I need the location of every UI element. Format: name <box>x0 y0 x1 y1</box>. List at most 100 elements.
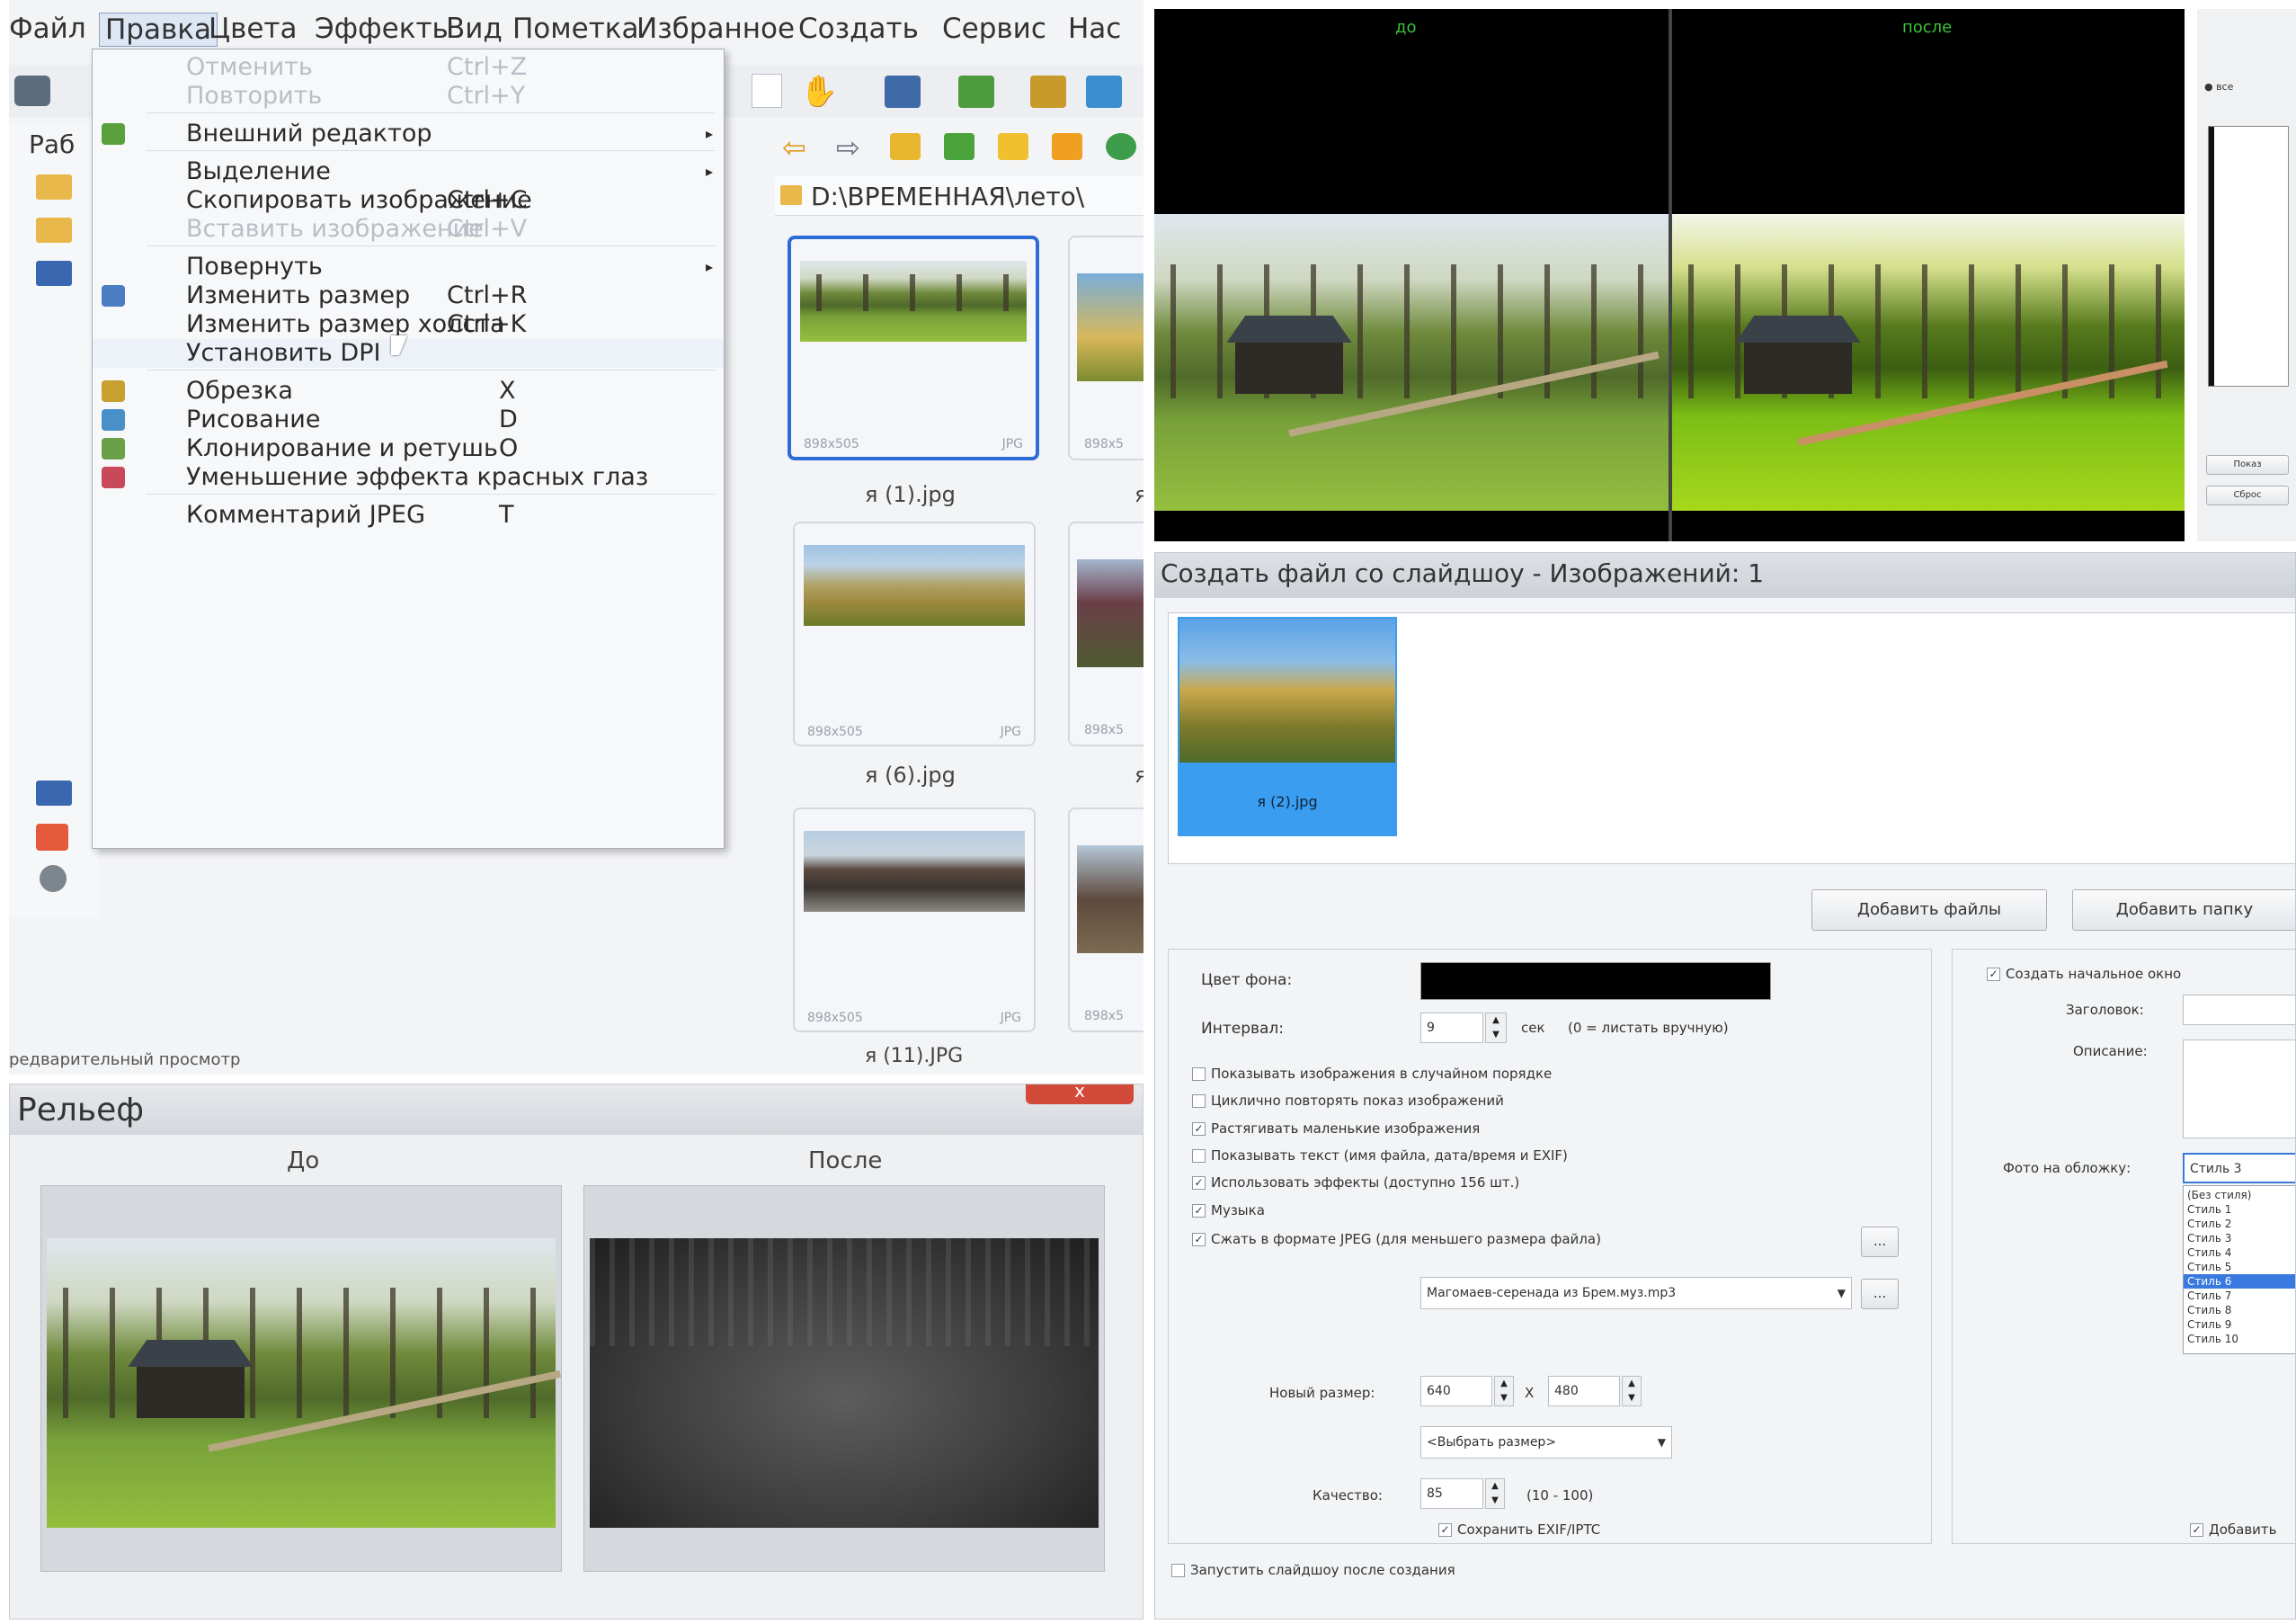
thumbnail-card[interactable]: 898x505 JPG <box>793 808 1036 1032</box>
folder-green-icon[interactable] <box>944 133 974 160</box>
camera-icon[interactable] <box>14 76 50 106</box>
quality-input[interactable]: 85 <box>1420 1478 1483 1509</box>
height-spinner[interactable]: ▲ ▼ <box>1622 1376 1642 1406</box>
thumbnail-filename[interactable]: я <box>1135 763 1144 788</box>
thumbnail-card-selected[interactable]: 898x505 JPG <box>788 236 1039 460</box>
description-input[interactable] <box>2183 1040 2295 1138</box>
music-select[interactable]: Магомаев-серенада из Брем.муз.mp3 ▼ <box>1420 1277 1852 1309</box>
menubar-item[interactable]: Правка <box>99 13 218 47</box>
style-option[interactable]: Стиль 7 <box>2184 1289 2295 1303</box>
width-spinner[interactable]: ▲ ▼ <box>1494 1376 1514 1406</box>
network-icon[interactable] <box>36 261 72 286</box>
show-button[interactable]: Показ <box>2206 455 2289 475</box>
header-input[interactable] <box>2183 995 2295 1025</box>
interval-input[interactable]: 9 <box>1420 1013 1483 1043</box>
menu-item[interactable]: Вставить изображение Ctrl+V <box>93 215 724 244</box>
menu-item[interactable]: Обрезка X <box>93 377 724 406</box>
add-checkbox[interactable]: ✓ Добавить <box>2190 1521 2277 1538</box>
folder-icon[interactable] <box>36 174 72 200</box>
run-after-checkbox[interactable]: Запустить слайдшоу после создания <box>1171 1562 1455 1578</box>
menubar-item[interactable]: Эффекты <box>315 13 454 45</box>
thumbnail-filename[interactable]: я (6).jpg <box>865 763 956 788</box>
thumbnail-card[interactable]: 898x5 <box>1068 236 1144 460</box>
menu-item[interactable]: Рисование D <box>93 406 724 434</box>
option-checkbox[interactable]: Показывать текст (имя файла, дата/время … <box>1192 1147 1568 1164</box>
path-bar[interactable]: D:\ВРЕМЕННАЯ\лето\ <box>775 176 1144 216</box>
menu-item[interactable]: Изменить размер холста Ctrl+K <box>93 310 724 339</box>
refresh-icon[interactable] <box>1106 133 1136 160</box>
quality-spinner[interactable]: ▲ ▼ <box>1485 1478 1505 1509</box>
effects-browse-button[interactable]: ... <box>1861 1227 1899 1257</box>
cover-style-select[interactable]: Стиль 3 <box>2183 1153 2295 1183</box>
folder-up-icon[interactable] <box>890 133 921 160</box>
style-option[interactable]: Стиль 8 <box>2184 1303 2295 1317</box>
hand-tool-icon[interactable]: ✋ <box>800 74 838 110</box>
thumbnail-card[interactable]: 898x5 <box>1068 522 1144 746</box>
style-option[interactable]: Стиль 9 <box>2184 1317 2295 1332</box>
menu-item[interactable]: Скопировать изображение Ctrl+C <box>93 186 724 215</box>
list-item-selected[interactable]: я (2).jpg <box>1178 617 1397 836</box>
cover-style-list[interactable]: (Без стиля) Стиль 1 Стиль 2 Стиль 3 Стиль 4С… <box>2183 1185 2295 1354</box>
keep-exif-checkbox[interactable]: ✓ Сохранить EXIF/IPTC <box>1438 1521 1600 1538</box>
thumbnail-card[interactable]: 898x5 <box>1068 808 1144 1032</box>
menu-item[interactable]: Отменить Ctrl+Z <box>93 53 724 82</box>
curve-graph[interactable] <box>2208 126 2289 387</box>
style-option[interactable]: Стиль 1 <box>2184 1202 2295 1217</box>
style-option[interactable]: Стиль 6 <box>2184 1274 2295 1289</box>
style-option[interactable]: Стиль 10 <box>2184 1332 2295 1346</box>
thumbnail-filename[interactable]: я (1).jpg <box>865 482 956 507</box>
menubar-item[interactable]: Файл <box>9 13 86 45</box>
menubar-item[interactable]: Создать <box>798 13 919 45</box>
folder-yellow-icon[interactable] <box>998 133 1028 160</box>
bg-color-swatch[interactable] <box>1420 962 1771 1000</box>
style-option[interactable]: (Без стиля) <box>2184 1188 2295 1202</box>
fit-icon[interactable] <box>885 76 921 108</box>
create-start-checkbox[interactable]: ✓ Создать начальное окно <box>1987 966 2181 982</box>
menu-item[interactable]: Изменить размер Ctrl+R <box>93 281 724 310</box>
option-checkbox[interactable]: ✓ Музыка <box>1192 1202 1265 1218</box>
style-option[interactable]: Стиль 3 <box>2184 1231 2295 1245</box>
dropdown-box[interactable] <box>752 74 782 108</box>
interval-spinner[interactable]: ▲ ▼ <box>1485 1013 1507 1043</box>
menubar-item[interactable]: Избранное <box>636 13 795 45</box>
option-checkbox[interactable]: ✓ Сжать в формате JPEG (для меньшего разм… <box>1192 1231 1601 1247</box>
forward-arrow-icon[interactable]: ⇨ <box>836 131 860 164</box>
menu-item[interactable]: Повернуть ▸ <box>93 253 724 281</box>
height-input[interactable]: 480 <box>1548 1376 1620 1406</box>
close-button[interactable]: x <box>1026 1084 1134 1104</box>
size-select[interactable]: <Выбрать размер> ▼ <box>1420 1426 1672 1459</box>
adjust-tool-icon[interactable] <box>1086 76 1122 108</box>
disc-icon[interactable] <box>40 865 67 892</box>
menubar-item[interactable]: Вид <box>446 13 503 45</box>
network-icon[interactable] <box>36 781 72 806</box>
menu-item[interactable]: Комментарий JPEG T <box>93 501 724 530</box>
thumbnail-filename[interactable]: я <box>1135 482 1144 507</box>
menu-item[interactable]: Клонирование и ретушь O <box>93 434 724 463</box>
menu-item[interactable]: Установить DPI <box>93 339 724 368</box>
crop-tool-icon[interactable] <box>958 76 994 108</box>
add-files-button[interactable]: Добавить файлы <box>1811 889 2047 931</box>
back-arrow-icon[interactable]: ⇦ <box>782 131 806 164</box>
menu-item[interactable]: Повторить Ctrl+Y <box>93 82 724 111</box>
paint-tool-icon[interactable] <box>1030 76 1066 108</box>
option-checkbox[interactable]: Показывать изображения в случайном поряд… <box>1192 1066 1552 1082</box>
thumbnail-filename[interactable]: я (11).JPG <box>865 1045 963 1068</box>
style-option[interactable]: Стиль 4 <box>2184 1245 2295 1260</box>
music-browse-button[interactable]: ... <box>1861 1279 1899 1309</box>
style-option[interactable]: Стиль 2 <box>2184 1217 2295 1231</box>
menubar-item[interactable]: Цвета <box>209 13 297 45</box>
thumbnail-card[interactable]: 898x505 JPG <box>793 522 1036 746</box>
reset-button[interactable]: Сброс <box>2206 486 2289 505</box>
photo-icon[interactable] <box>36 824 68 851</box>
width-input[interactable]: 640 <box>1420 1376 1492 1406</box>
option-checkbox[interactable]: Циклично повторять показ изображений <box>1192 1093 1504 1109</box>
style-option[interactable]: Стиль 5 <box>2184 1260 2295 1274</box>
folder-icon[interactable] <box>36 218 72 243</box>
menu-item[interactable]: Уменьшение эффекта красных глаз <box>93 463 724 492</box>
menubar-item[interactable]: Сервис <box>942 13 1046 45</box>
add-folder-button[interactable]: Добавить папку <box>2072 889 2295 931</box>
radio-all[interactable]: ● все <box>2204 81 2233 93</box>
tree-root-label[interactable]: Раб <box>29 129 75 159</box>
menubar-item[interactable]: Пометка <box>512 13 639 45</box>
option-checkbox[interactable]: ✓ Использовать эффекты (доступно 156 шт.) <box>1192 1174 1519 1191</box>
